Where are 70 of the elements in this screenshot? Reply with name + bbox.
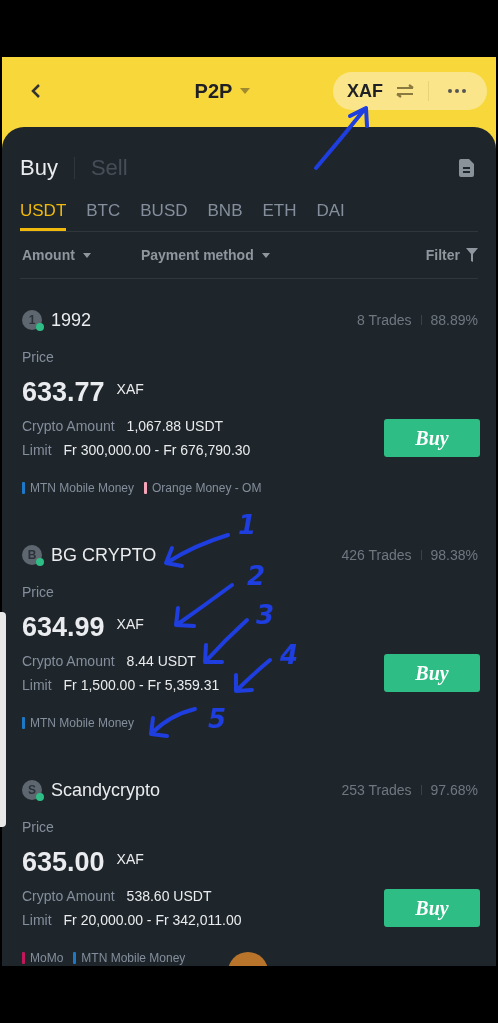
merchant-name[interactable]: BG CRYPTO: [51, 541, 157, 569]
back-icon[interactable]: [30, 83, 42, 99]
filter-dropdown[interactable]: Amount: [22, 244, 91, 266]
trade-count: 8 Trades: [357, 310, 412, 330]
annotation-number: 5: [208, 706, 227, 732]
price-currency: XAF: [116, 849, 144, 869]
price-currency: XAF: [116, 379, 144, 399]
payment-method: MTN Mobile Money: [81, 950, 186, 966]
filter-dropdown[interactable]: Payment method: [140, 244, 270, 266]
more-icon[interactable]: [448, 89, 466, 93]
caret-icon: [82, 252, 91, 258]
completion-rate: 97.68%: [430, 780, 478, 800]
payment-method: MTN Mobile Money: [30, 480, 135, 497]
asset-tab[interactable]: BTC: [86, 188, 121, 231]
price-label: Price: [22, 348, 55, 366]
price-value: 635.00: [22, 845, 105, 879]
annotation-number: 2: [247, 563, 266, 589]
asset-tab[interactable]: BUSD: [140, 188, 188, 231]
amount-label: Crypto Amount: [22, 886, 115, 906]
amount-value: 8.44 USDT: [126, 651, 196, 671]
amount-value: 1,067.88 USDT: [126, 416, 224, 436]
payment-method: MTN Mobile Money: [30, 715, 135, 732]
asset-tab[interactable]: ETH: [262, 188, 297, 231]
payment-method: Orange Money - OM: [152, 480, 262, 497]
swap-icon[interactable]: [395, 84, 415, 98]
price-label: Price: [22, 818, 55, 836]
limit-label: Limit: [22, 440, 52, 460]
merchant-name[interactable]: Scandycrypto: [51, 776, 161, 804]
avatar-letter: S: [28, 782, 36, 799]
completion-rate: 88.89%: [430, 310, 478, 330]
annotation-arrow: [164, 533, 230, 568]
annotation-arrow: [149, 707, 197, 738]
annotation-number: 3: [256, 602, 275, 628]
filter-button[interactable]: Filter: [425, 244, 478, 266]
amount-label: Crypto Amount: [22, 651, 115, 671]
edge-handle[interactable]: [0, 612, 6, 827]
amount-label: Crypto Amount: [22, 416, 115, 436]
annotation-number: 4: [280, 642, 299, 668]
asset-tab[interactable]: BNB: [207, 188, 243, 231]
trade-tab[interactable]: Buy: [20, 157, 58, 179]
trade-count: 426 Trades: [341, 545, 412, 565]
price-currency: XAF: [116, 614, 144, 634]
price-label: Price: [22, 583, 55, 601]
limit-label: Limit: [22, 675, 52, 695]
amount-value: 538.60 USDT: [126, 886, 212, 906]
price-value: 633.77: [22, 375, 105, 409]
annotation-arrow: [174, 583, 234, 628]
limit-label: Limit: [22, 910, 52, 930]
annotation-arrow: [203, 618, 249, 664]
merchant-name[interactable]: 1992: [51, 306, 92, 334]
funnel-icon: [466, 248, 478, 262]
price-value: 634.99: [22, 610, 105, 644]
page-title[interactable]: P2P: [194, 76, 233, 106]
annotation-arrow: [234, 658, 272, 693]
annotation-arrow: [314, 106, 369, 170]
asset-tab[interactable]: DAI: [316, 188, 345, 231]
asset-tab[interactable]: USDT: [20, 188, 67, 231]
completion-rate: 98.38%: [430, 545, 478, 565]
limit-value: Fr 1,500.00 - Fr 5,359.31: [63, 675, 220, 695]
avatar-letter: B: [27, 547, 37, 564]
limit-value: Fr 300,000.00 - Fr 676,790.30: [63, 440, 251, 460]
avatar-letter: 1: [28, 312, 36, 329]
payment-method: MoMo: [30, 950, 64, 966]
caret-icon: [261, 252, 270, 258]
limit-value: Fr 20,000.00 - Fr 342,011.00: [63, 910, 242, 930]
trade-count: 253 Trades: [341, 780, 412, 800]
caret-icon[interactable]: [240, 88, 251, 94]
currency-label[interactable]: XAF: [347, 77, 383, 105]
annotation-number: 1: [238, 512, 257, 538]
document-icon[interactable]: [459, 159, 474, 177]
